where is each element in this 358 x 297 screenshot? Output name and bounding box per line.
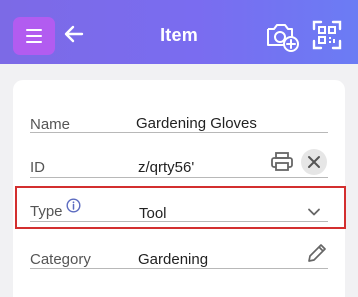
name-value[interactable]: Gardening Gloves	[136, 115, 257, 132]
camera-add-icon	[267, 24, 299, 52]
printer-icon	[271, 152, 293, 171]
name-label: Name	[30, 116, 71, 133]
type-field-highlight	[15, 186, 346, 229]
add-photo-button[interactable]	[265, 20, 299, 52]
print-button[interactable]	[270, 151, 294, 173]
close-circle-icon	[308, 156, 320, 168]
scan-button[interactable]	[312, 20, 342, 50]
category-underline	[30, 268, 328, 269]
page-title: Item	[160, 25, 198, 45]
id-underline	[30, 177, 328, 178]
clear-id-button[interactable]	[301, 149, 327, 175]
app-bar: Item	[0, 0, 358, 64]
pencil-icon	[308, 244, 326, 262]
edit-category-button[interactable]	[305, 241, 329, 265]
category-label: Category	[30, 251, 91, 268]
category-value[interactable]: Gardening	[138, 251, 208, 268]
name-underline	[30, 132, 328, 133]
qr-scan-icon	[312, 20, 342, 50]
id-label: ID	[30, 159, 45, 176]
id-value[interactable]: z/qrty56'	[138, 159, 194, 176]
